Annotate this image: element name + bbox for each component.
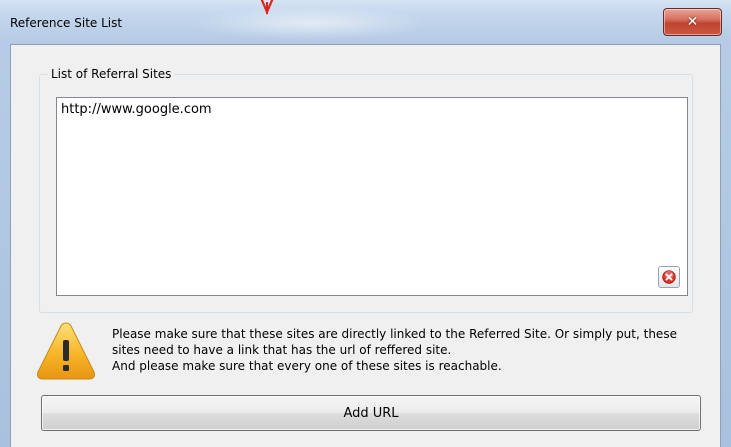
close-button[interactable]: ✕ <box>663 8 722 36</box>
title-bar[interactable]: Reference Site List ✕ <box>0 0 731 44</box>
window-title: Reference Site List <box>10 16 123 30</box>
close-icon: ✕ <box>686 14 699 30</box>
warning-line-3: And please make sure that every one of t… <box>112 359 502 373</box>
remove-icon <box>662 270 676 284</box>
title-bar-glare <box>190 6 430 40</box>
warning-line-1: Please make sure that these sites are di… <box>112 327 677 341</box>
group-legend: List of Referral Sites <box>48 67 175 81</box>
warning-icon <box>37 322 95 380</box>
warning-message: Please make sure that these sites are di… <box>112 326 702 374</box>
dialog-client-area: List of Referral Sites http://www.google… <box>10 44 721 447</box>
dialog-window: Reference Site List ✕ List of Referral S… <box>0 0 731 447</box>
arrow-down-icon <box>260 0 274 15</box>
warning-line-2: sites need to have a link that has the u… <box>112 343 452 357</box>
list-item[interactable]: http://www.google.com <box>61 102 212 117</box>
referral-sites-group: List of Referral Sites http://www.google… <box>39 67 693 313</box>
referral-sites-list[interactable]: http://www.google.com <box>56 97 688 296</box>
add-url-button[interactable]: Add URL <box>41 395 701 431</box>
remove-site-button[interactable] <box>658 266 680 288</box>
